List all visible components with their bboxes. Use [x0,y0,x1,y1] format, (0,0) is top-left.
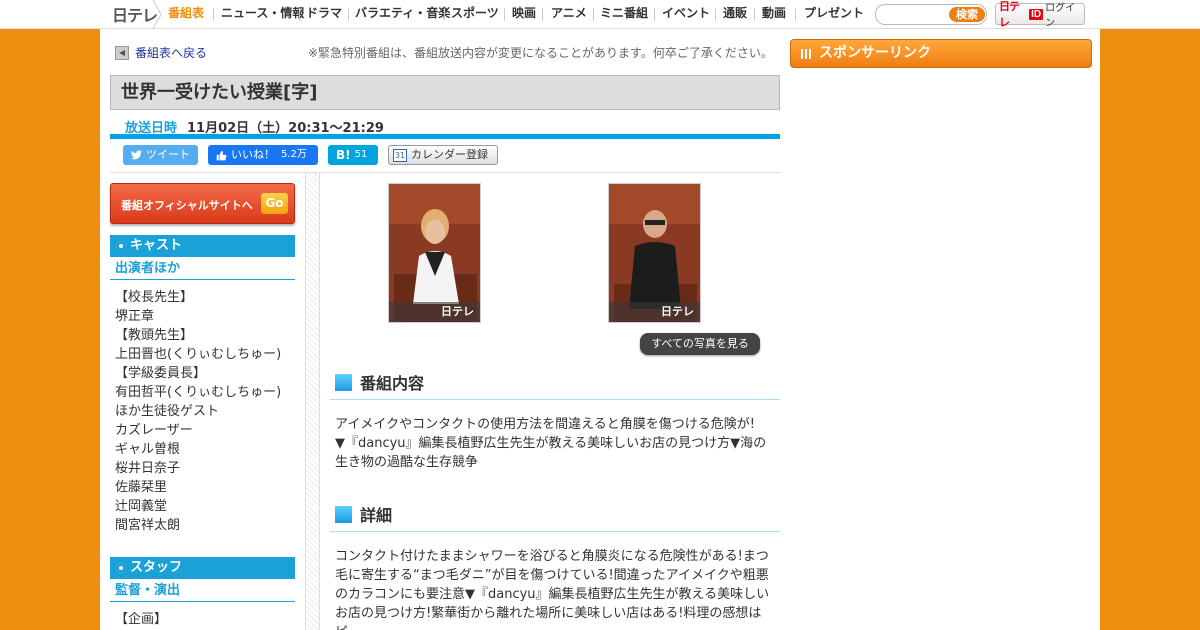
square-bullet-icon [335,505,352,523]
thumbs-up-icon [216,150,227,160]
facebook-like-button[interactable]: いいね！ 5.2万 [208,145,318,165]
grid-icon [801,49,811,59]
content-heading-rule [330,399,780,400]
program-photo[interactable]: 日テレ [608,183,701,323]
detail-line: お店の見つけ方!繁華街から離れた場所に美味しい店はある!料理の感想はピ [335,606,762,630]
nav-events[interactable]: イベント [662,0,710,29]
detail-line: コンタクト付けたままシャワーを浴びると角膜炎になる危険性がある!まつ [335,549,769,564]
nav-divider [504,8,505,21]
nav-mini-programs[interactable]: ミニ番組 [600,0,648,29]
content-heading: 番組内容 [335,370,424,394]
content-paragraph: アイメイクやコンタクトの使用方法を間違えると角膜を傷つける危険が! ▼『danc… [335,415,773,472]
hatena-icon: B! [336,148,351,162]
nav-divider [795,8,796,21]
detail-heading: 詳細 [335,502,392,526]
id-badge: ID [1029,8,1044,20]
hatena-count: 51 [354,149,368,160]
hatena-bookmark-button[interactable]: B! 51 [328,145,378,165]
calendar-register-button[interactable]: 31 カレンダー登録 [388,145,498,165]
login-label: ログイン [1045,3,1076,29]
calendar-icon: 31 [393,148,407,162]
like-count: 5.2万 [281,149,307,160]
sponsor-heading-label: スポンサーリンク [819,45,931,61]
cast-item: カズレーザー [115,423,193,438]
cast-item: 【教頭先生】 [115,328,194,343]
nav-present[interactable]: プレゼント [804,0,864,29]
content-line: 生き物の過酷な生存競争 [335,455,479,470]
page-content: 番組表へ戻る ※緊急特別番組は、番組放送内容が変更になることがあります。何卒ご了… [100,29,1100,630]
nav-anime[interactable]: アニメ [551,0,587,29]
cast-item: 辻岡義堂 [115,499,168,514]
chevron-right-icon [152,0,162,29]
tweet-button[interactable]: ツイート [123,145,198,165]
content-heading-label: 番組内容 [360,374,425,393]
detail-heading-rule [330,531,780,532]
view-all-photos-button[interactable]: すべての写真を見る [640,333,760,355]
emergency-notice: ※緊急特別番組は、番組放送内容が変更になることがあります。何卒ご了承ください。 [308,46,773,60]
nav-divider [542,8,543,21]
back-link-label: 番組表へ戻る [135,46,208,60]
nav-divider [593,8,594,21]
title-divider [110,134,780,139]
twitter-bird-icon [131,150,142,160]
back-to-guide-link[interactable]: 番組表へ戻る [115,44,207,61]
nav-drama[interactable]: ドラマ [306,0,342,29]
nav-divider [348,8,349,21]
staff-subheading: 監督・演出 [110,580,295,602]
official-site-button[interactable]: 番組オフィシャルサイトへ Go [110,183,295,224]
content-line: ▼『dancyu』編集長植野広生先生が教える美味しいお店の見つけ方▼海の [335,436,767,451]
tweet-label: ツイート [146,148,190,161]
nav-divider [213,8,214,21]
program-photo[interactable]: 日テレ [388,183,481,323]
cast-subheading: 出演者ほか [110,258,295,280]
nav-variety[interactable]: バラエティ・音楽 [355,0,450,29]
ntv-watermark: 日テレ [661,306,694,318]
nav-divider [715,8,716,21]
cast-heading: キャスト [110,235,295,257]
sponsor-link-heading: スポンサーリンク [790,39,1092,68]
cast-item: ギャル曽根 [115,442,181,457]
cast-item: 有田哲平(くりぃむしちゅー) [115,385,282,400]
detail-line: 毛に寄生する“まつ毛ダニ”が目を傷つけている!間違ったアイメイクや粗悪 [335,568,769,583]
cast-item: 上田晋也(くりぃむしちゅー) [115,347,282,362]
column-separator [305,173,320,630]
nav-news[interactable]: ニュース・情報 [221,0,304,29]
nav-divider [654,8,655,21]
calendar-label: カレンダー登録 [411,148,488,161]
go-badge: Go [261,193,288,214]
search-button[interactable]: 検索 [949,7,985,22]
ntv-watermark: 日テレ [441,306,474,318]
arrow-left-icon [115,45,129,60]
official-site-label: 番組オフィシャルサイトへ [121,199,253,212]
nav-video[interactable]: 動画 [762,0,786,29]
like-label: いいね！ [231,148,275,161]
nav-program-guide[interactable]: 番組表 [168,0,204,29]
ntv-id-logo: 日テレ [999,1,1020,29]
cast-item: 間宮祥太朗 [115,518,181,533]
nav-shopping[interactable]: 通販 [723,0,747,29]
login-button[interactable]: 日テレ ID ログイン [995,1,1085,29]
staff-item: 【企画】 [115,612,168,627]
nav-divider [754,8,755,21]
cast-item: ほか生徒役ゲスト [115,404,220,419]
detail-paragraph: コンタクト付けたままシャワーを浴びると角膜炎になる危険性がある!まつ 毛に寄生す… [335,547,773,630]
cast-item: 堺正章 [115,309,155,324]
nav-sports[interactable]: スポーツ [451,0,499,29]
top-nav-bar: 日テレ 番組表 ニュース・情報 ドラマ バラエティ・音楽 スポーツ 映画 アニメ… [0,0,1200,29]
cast-item: 佐藤栞里 [115,480,168,495]
share-divider [110,172,780,173]
nav-divider [444,8,445,21]
detail-heading-label: 詳細 [360,506,393,525]
cast-item: 【校長先生】 [115,290,194,305]
cast-item: 【学級委員長】 [115,366,207,381]
square-bullet-icon [335,373,352,391]
content-line: アイメイクやコンタクトの使用方法を間違えると角膜を傷つける危険が! [335,417,755,432]
staff-heading: スタッフ [110,557,295,579]
nav-movies[interactable]: 映画 [512,0,536,29]
cast-item: 桜井日奈子 [115,461,181,476]
detail-line: のカラコンにも要注意▼『dancyu』編集長植野広生先生が教える美味しい [335,587,770,602]
nav-divider [299,8,300,21]
program-title: 世界一受けたい授業[字] [110,75,780,110]
